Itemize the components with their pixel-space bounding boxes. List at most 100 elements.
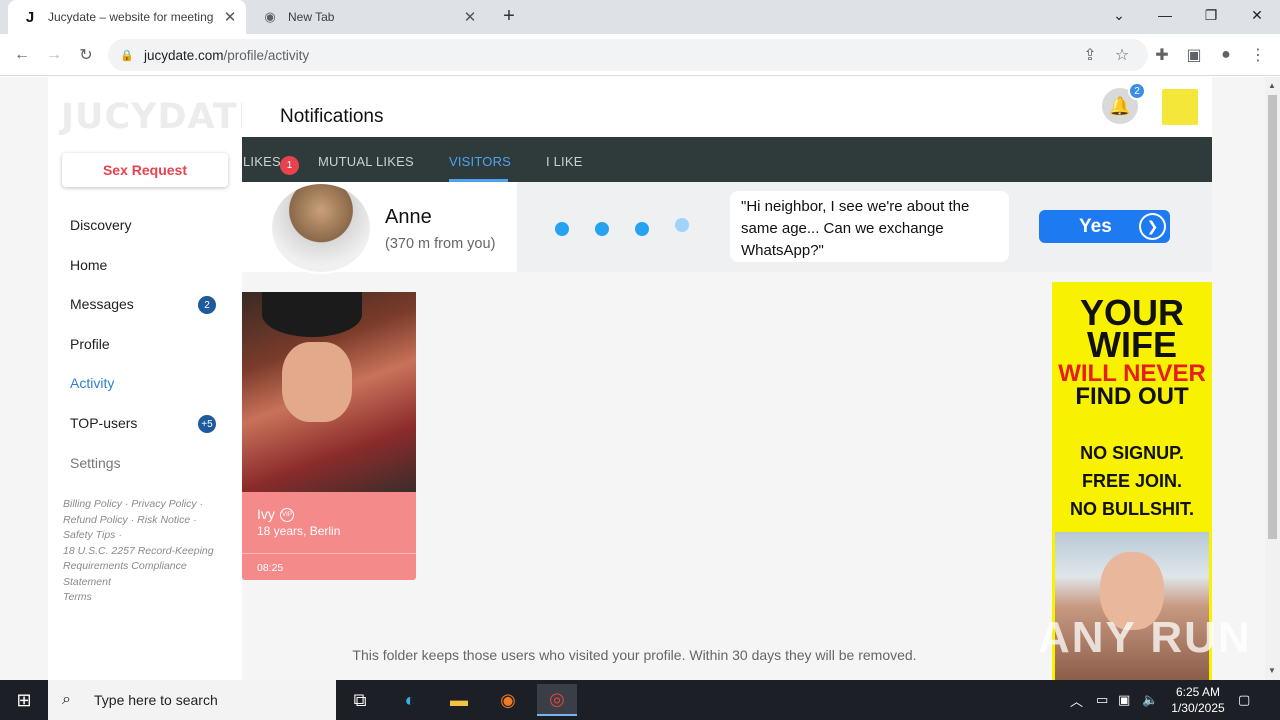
tray-device-icon[interactable]: ▭ — [1096, 680, 1108, 720]
tab-likes[interactable]: LIKES — [243, 154, 281, 169]
sex-request-button[interactable]: Sex Request — [62, 153, 228, 187]
likes-count-badge: 1 — [280, 156, 299, 175]
url-path: /profile/activity — [223, 47, 310, 63]
sidebar-item-discovery[interactable]: Discovery — [70, 217, 131, 233]
browser-tabstrip: J Jucydate – website for meeting ✕ ◉ New… — [0, 0, 1280, 34]
tab-i-like[interactable]: I LIKE — [546, 154, 583, 169]
typing-dot — [595, 222, 609, 236]
ad-line-no-bullshit: NO BULLSHIT. — [1070, 499, 1194, 519]
restore-button[interactable]: ❐ — [1188, 0, 1234, 30]
share-icon[interactable]: ⇪ — [1078, 43, 1102, 67]
network-icon[interactable]: ▣ — [1118, 680, 1130, 720]
sidebar-item-activity[interactable]: Activity — [70, 375, 114, 391]
reload-icon[interactable]: ↻ — [74, 43, 98, 67]
messages-count-badge: 2 — [198, 296, 216, 314]
user-avatar[interactable] — [1162, 89, 1198, 125]
sidebar-item-home[interactable]: Home — [70, 257, 107, 273]
volume-icon[interactable]: 🔈 — [1142, 680, 1158, 720]
typing-dot — [675, 218, 689, 232]
yes-button[interactable]: Yes ❯ — [1039, 210, 1170, 243]
browser-tab-active[interactable]: J Jucydate – website for meeting ✕ — [8, 0, 246, 34]
back-icon[interactable]: ← — [10, 43, 34, 67]
photo-face-shape — [282, 342, 352, 422]
visit-time: 08:25 — [257, 562, 284, 574]
sidebar: JUCYDATE Sex Request Discovery Home Mess… — [48, 77, 262, 680]
privacy-policy-link[interactable]: Privacy Policy · — [131, 498, 203, 510]
promo-banner[interactable]: Anne (370 m from you) "Hi neighbor, I se… — [242, 182, 1212, 274]
minimize-button[interactable]: — — [1142, 0, 1188, 30]
ad-line-no-signup: NO SIGNUP. — [1080, 443, 1184, 463]
risk-notice-link[interactable]: Risk Notice · — [137, 514, 197, 526]
url-domain: jucydate.com — [144, 47, 224, 63]
compliance-statement-link[interactable]: 18 U.S.C. 2257 Record-Keeping Requiremen… — [63, 545, 214, 588]
file-explorer-icon[interactable]: ▬ — [439, 684, 479, 716]
ad-line-wife: WIFE — [1087, 324, 1177, 365]
browser-toolbar: ← → ↻ 🔒 jucydate.com/profile/activity ⇪ … — [0, 34, 1280, 76]
taskbar-clock[interactable]: 6:25 AM 1/30/2025 — [1160, 684, 1236, 716]
browser-tab-newtab[interactable]: ◉ New Tab ✕ — [248, 0, 486, 34]
main-content: Notifications 🔔 2 LIKES 1 MUTUAL LIKES V… — [242, 77, 1265, 680]
sidebar-item-profile[interactable]: Profile — [70, 336, 110, 352]
top-users-badge: +5 — [198, 415, 216, 433]
side-panel-icon[interactable]: ▣ — [1182, 43, 1206, 67]
tab-title: Jucydate – website for meeting — [48, 10, 214, 24]
new-tab-button[interactable]: + — [498, 5, 520, 29]
sidebar-item-messages[interactable]: Messages — [70, 296, 134, 312]
extensions-icon[interactable]: ✚ — [1150, 43, 1174, 67]
sidebar-item-top-users[interactable]: TOP-users — [70, 415, 137, 431]
gold-member-icon: VIP — [280, 508, 294, 522]
billing-policy-link[interactable]: Billing Policy · — [63, 498, 128, 510]
clock-date: 1/30/2025 — [1171, 701, 1225, 715]
scroll-thumb[interactable] — [1268, 95, 1277, 539]
taskbar-search-placeholder: Type here to search — [94, 692, 218, 708]
notification-count-badge: 2 — [1128, 82, 1146, 100]
photo-hat-shape — [262, 292, 362, 337]
tab-search-icon[interactable]: ⌄ — [1096, 0, 1142, 30]
folder-note: This folder keeps those users who visite… — [352, 647, 917, 663]
activity-tabs: LIKES 1 MUTUAL LIKES VISITORS I LIKE — [242, 137, 1212, 182]
firefox-icon[interactable]: ◉ — [488, 684, 528, 716]
promo-message-bubble: "Hi neighbor, I see we're about the same… — [730, 191, 1009, 262]
taskbar-search[interactable]: ⌕ Type here to search — [48, 680, 336, 720]
search-icon: ⌕ — [62, 691, 71, 708]
promo-name: Anne — [385, 206, 432, 228]
profile-icon[interactable]: ● — [1214, 43, 1238, 67]
edge-icon[interactable]: ◐ — [390, 684, 430, 716]
divider — [242, 553, 416, 554]
safety-tips-link[interactable]: Safety Tips · — [63, 529, 122, 541]
tab-visitors[interactable]: VISITORS — [449, 154, 511, 169]
bookmark-star-icon[interactable]: ☆ — [1110, 43, 1134, 67]
refund-policy-link[interactable]: Refund Policy · — [63, 514, 134, 526]
visitor-photo — [242, 292, 416, 492]
clock-time: 6:25 AM — [1175, 685, 1221, 699]
tray-chevron-icon[interactable]: ︿ — [1070, 680, 1083, 720]
page-scrollbar[interactable]: ▲ ▼ — [1265, 77, 1280, 680]
visitor-card[interactable]: Ivy VIP 18 years, Berlin 08:25 — [242, 292, 416, 580]
terms-link[interactable]: Terms — [63, 591, 92, 603]
tab-mutual-likes[interactable]: MUTUAL LIKES — [318, 154, 414, 169]
ad-line-find-out: FIND OUT — [1075, 383, 1189, 410]
chevron-right-icon: ❯ — [1139, 213, 1166, 240]
notifications-icon[interactable]: ▢ — [1238, 680, 1250, 720]
scroll-up-icon[interactable]: ▲ — [1268, 81, 1276, 90]
logo[interactable]: JUCYDATE — [61, 97, 263, 137]
forward-icon[interactable]: → — [42, 43, 66, 67]
windows-start-icon[interactable]: ⊞ — [0, 680, 48, 720]
close-tab-icon[interactable]: ✕ — [222, 8, 238, 26]
anyrun-watermark: ANY RUN — [1038, 613, 1252, 662]
address-bar[interactable]: 🔒 jucydate.com/profile/activity — [108, 39, 1148, 71]
taskbar: ⊞ ⌕ Type here to search ⧉ ◐ ▬ ◉ ◎ ︿ ▭ ▣ … — [0, 680, 1280, 720]
task-view-icon[interactable]: ⧉ — [340, 684, 380, 716]
ad-line-free-join: FREE JOIN. — [1081, 471, 1183, 491]
page: JUCYDATE Sex Request Discovery Home Mess… — [0, 77, 1265, 680]
close-tab-icon[interactable]: ✕ — [462, 8, 478, 26]
tab-title: New Tab — [288, 10, 335, 24]
sidebar-item-settings[interactable]: Settings — [70, 455, 121, 471]
chrome-taskbar-icon[interactable]: ◎ — [537, 684, 577, 716]
promo-profile-card[interactable]: Anne (370 m from you) — [242, 182, 517, 274]
menu-kebab-icon[interactable]: ⋮ — [1246, 43, 1270, 67]
visitor-info: 18 years, Berlin — [257, 524, 341, 538]
scroll-down-icon[interactable]: ▼ — [1268, 666, 1276, 675]
close-window-button[interactable]: ✕ — [1234, 0, 1280, 30]
header: Notifications 🔔 2 — [242, 77, 1212, 137]
